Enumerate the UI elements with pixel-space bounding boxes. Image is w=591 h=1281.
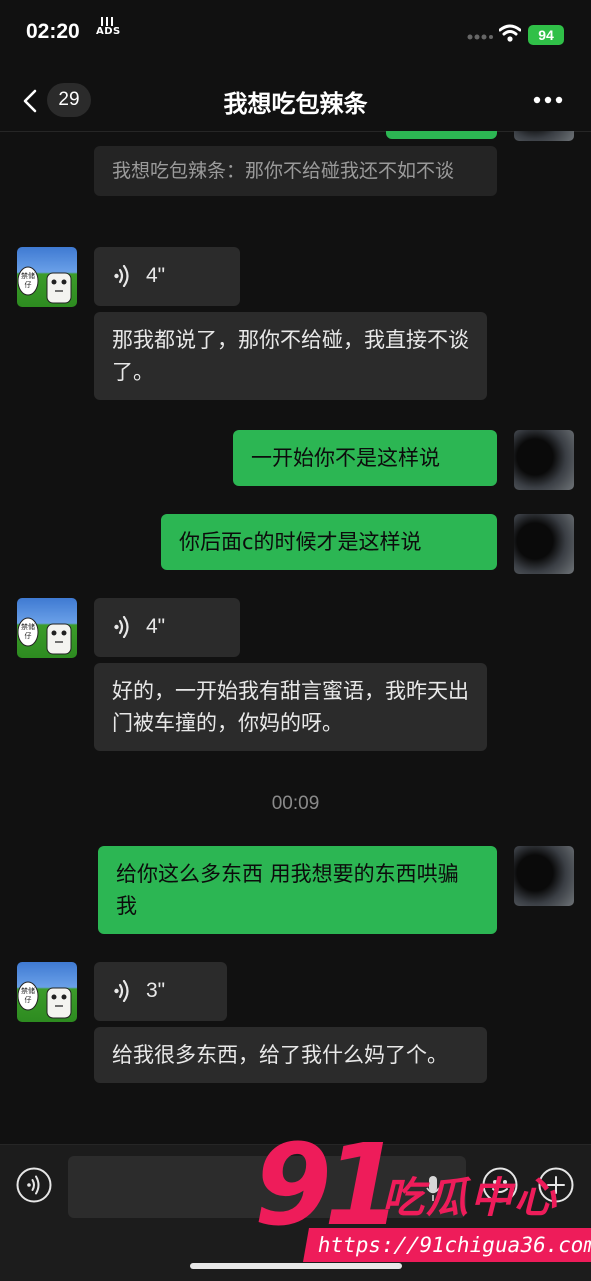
watermark-name: 吃瓜中心 — [382, 1173, 559, 1222]
voice-wave-icon — [114, 265, 129, 287]
battery-indicator: 94 — [528, 25, 564, 45]
self-avatar[interactable] — [514, 430, 574, 490]
svg-text:仔: 仔 — [25, 995, 32, 1004]
voice-duration: 4" — [146, 615, 166, 638]
wifi-icon — [499, 24, 521, 42]
svg-text:禁储: 禁储 — [21, 986, 35, 995]
contact-avatar[interactable]: 禁储 仔 — [17, 598, 77, 658]
voice-message[interactable]: 3" — [94, 962, 227, 1021]
contact-avatar[interactable]: 禁储 仔 — [17, 962, 77, 1022]
voice-message[interactable]: 4" — [94, 247, 240, 306]
outgoing-message[interactable]: 一开始你不是这样说 — [233, 430, 497, 486]
incoming-message[interactable]: 那我都说了，那你不给碰，我直接不谈了。 — [94, 312, 487, 400]
outgoing-message[interactable]: 给你这么多东西 用我想要的东西哄骗我 — [98, 846, 497, 934]
ads-label: ADS — [96, 26, 121, 37]
incoming-message[interactable]: 给我很多东西，给了我什么妈了个。 — [94, 1027, 487, 1083]
message-list[interactable]: 我想吃包辣条：那你不给碰我还不如不谈 禁储 仔 4" 那我都说了，那你不给碰，我… — [0, 131, 591, 1144]
watermark-url: https://91chigua36.com — [303, 1228, 591, 1262]
quoted-message[interactable]: 我想吃包辣条：那你不给碰我还不如不谈 — [94, 146, 497, 196]
voice-wave-icon — [114, 616, 129, 638]
voice-duration: 3" — [146, 979, 166, 1002]
chat-header: 29 我想吃包辣条 — [0, 70, 591, 132]
message-timestamp: 00:09 — [271, 793, 320, 814]
watermark-logo: 91 吃瓜中心 https://91chigua36.com — [246, 1126, 591, 1276]
voice-input-toggle-icon[interactable] — [16, 1167, 52, 1203]
svg-text:禁储: 禁储 — [21, 271, 35, 280]
self-avatar[interactable] — [514, 846, 574, 906]
svg-text:仔: 仔 — [25, 280, 32, 289]
ads-indicator: ADS — [96, 17, 121, 37]
voice-message[interactable]: 4" — [94, 598, 240, 657]
more-options-icon[interactable] — [532, 95, 564, 105]
voice-duration: 4" — [146, 264, 166, 287]
status-time: 02:20 — [26, 20, 80, 43]
self-avatar[interactable] — [514, 514, 574, 574]
ads-bars-icon — [101, 17, 113, 26]
voice-wave-icon — [114, 980, 129, 1002]
cartoon-avatar-icon: 禁储 仔 — [17, 617, 72, 655]
chat-title: 我想吃包辣条 — [223, 90, 368, 118]
svg-text:仔: 仔 — [25, 631, 32, 640]
message-bubble-partial[interactable] — [386, 131, 497, 139]
cartoon-avatar-icon: 禁储 仔 — [17, 981, 72, 1019]
signal-dots-icon — [467, 34, 493, 40]
incoming-message[interactable]: 好的，一开始我有甜言蜜语，我昨天出门被车撞的，你妈的呀。 — [94, 663, 487, 751]
svg-text:禁储: 禁储 — [21, 622, 35, 631]
cartoon-avatar-icon: 禁储 仔 — [17, 266, 72, 304]
self-avatar[interactable] — [514, 131, 574, 141]
outgoing-message[interactable]: 你后面c的时候才是这样说 — [161, 514, 497, 570]
contact-avatar[interactable]: 禁储 仔 — [17, 247, 77, 307]
status-bar: 02:20 ADS 94 — [0, 0, 591, 70]
